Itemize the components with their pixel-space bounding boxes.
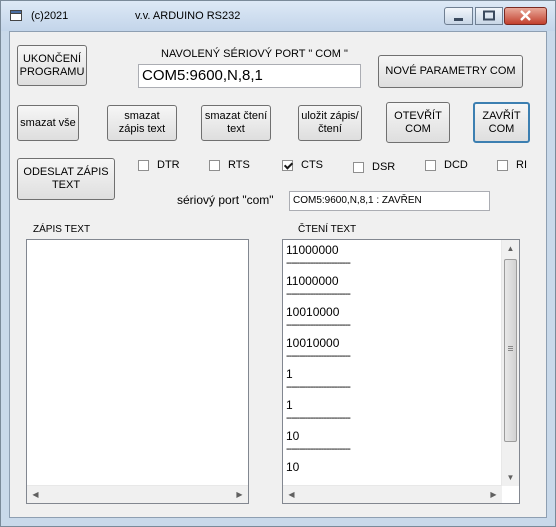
- read-horizontal-scrollbar[interactable]: ◀ ▶: [283, 485, 502, 503]
- maximize-icon: [483, 10, 495, 21]
- window-app-icon[interactable]: [10, 10, 22, 21]
- close-icon: [520, 10, 531, 21]
- ri-checkbox-box[interactable]: [497, 159, 508, 171]
- dcd-checkbox[interactable]: DCD: [425, 159, 468, 171]
- new-com-params-button[interactable]: NOVÉ PARAMETRY COM: [378, 55, 523, 88]
- write-text-label: ZÁPIS TEXT: [33, 224, 91, 235]
- save-write-read-button[interactable]: uložit zápis/čtení: [298, 105, 362, 141]
- read-line-6: 1: [286, 398, 293, 412]
- port-settings-field[interactable]: COM5:9600,N,8,1: [138, 64, 361, 88]
- read-text-box[interactable]: 11000000 ------------------------ 110000…: [282, 239, 520, 504]
- open-com-button[interactable]: OTEVŘÍT COM: [386, 102, 450, 143]
- read-text-content: 11000000 ------------------------ 110000…: [283, 242, 502, 475]
- thumb-grip-2: [508, 348, 513, 349]
- write-horizontal-scrollbar[interactable]: ◀ ▶: [27, 485, 248, 503]
- port-heading: NAVOLENÝ SÉRIOVÝ PORT " COM ": [161, 48, 348, 60]
- close-com-button[interactable]: ZAVŘÍT COM: [473, 102, 530, 143]
- application-window: (c)2021 v.v. ARDUINO RS232 UKONČENÍ PROG…: [0, 0, 556, 527]
- read-line-8: 10: [286, 460, 300, 474]
- scroll-right-icon[interactable]: ▶: [231, 486, 248, 503]
- cts-checkbox[interactable]: CTS: [282, 159, 323, 171]
- dtr-checkbox[interactable]: DTR: [138, 159, 180, 171]
- scroll-up-icon[interactable]: ▲: [502, 240, 519, 257]
- read-line-3: 10010000: [286, 305, 340, 319]
- clear-read-text-button[interactable]: smazat čtení text: [201, 105, 271, 141]
- rts-checkbox-box[interactable]: [209, 159, 220, 171]
- rts-checkbox[interactable]: RTS: [209, 159, 250, 171]
- title-bar[interactable]: (c)2021 v.v. ARDUINO RS232: [1, 1, 555, 31]
- dtr-label: DTR: [157, 159, 180, 171]
- dsr-checkbox-box[interactable]: [353, 161, 364, 173]
- scroll-left-icon[interactable]: ◀: [27, 486, 44, 503]
- dsr-checkbox[interactable]: DSR: [353, 161, 395, 173]
- minimize-button[interactable]: [444, 7, 473, 25]
- close-window-button[interactable]: [504, 7, 547, 25]
- end-program-button[interactable]: UKONČENÍ PROGRAMU: [17, 45, 87, 86]
- window-title: v.v. ARDUINO RS232: [135, 10, 241, 22]
- read-separator-5: ------------------------: [286, 381, 351, 393]
- dcd-label: DCD: [444, 159, 468, 171]
- scroll-right-icon[interactable]: ▶: [485, 486, 502, 503]
- cts-checkbox-box[interactable]: [282, 159, 293, 171]
- dsr-label: DSR: [372, 161, 396, 173]
- serial-port-status-field: COM5:9600,N,8,1 : ZAVŘEN: [289, 191, 490, 211]
- ri-checkbox[interactable]: RI: [497, 159, 527, 171]
- dtr-checkbox-box[interactable]: [138, 159, 149, 171]
- ri-label: RI: [516, 159, 527, 171]
- read-line-2: 11000000: [286, 274, 339, 288]
- minimize-icon: [454, 18, 463, 21]
- read-separator-4: ------------------------: [286, 350, 351, 362]
- cts-label: CTS: [301, 159, 323, 171]
- read-separator-3: ------------------------: [286, 319, 351, 331]
- read-line-4: 10010000: [286, 336, 340, 350]
- main-form: UKONČENÍ PROGRAMU NAVOLENÝ SÉRIOVÝ PORT …: [9, 31, 547, 518]
- scroll-down-icon[interactable]: ▼: [502, 469, 519, 486]
- window-title-copyright: (c)2021: [31, 10, 69, 22]
- dcd-checkbox-box[interactable]: [425, 159, 436, 171]
- read-line-1: 11000000: [286, 243, 339, 257]
- write-text-box[interactable]: ◀ ▶: [26, 239, 249, 504]
- read-separator-1: ------------------------: [286, 257, 351, 269]
- read-scroll-thumb[interactable]: [504, 259, 517, 442]
- read-separator-6: ------------------------: [286, 412, 351, 424]
- scroll-left-icon[interactable]: ◀: [283, 486, 300, 503]
- thumb-grip-1: [508, 346, 513, 347]
- read-vertical-scrollbar[interactable]: ▲ ▼: [501, 240, 519, 486]
- clear-all-button[interactable]: smazat vše: [17, 105, 79, 141]
- read-separator-2: ------------------------: [286, 288, 351, 300]
- maximize-button[interactable]: [475, 7, 503, 25]
- read-separator-7: ------------------------: [286, 443, 351, 455]
- read-line-7: 10: [286, 429, 300, 443]
- read-text-label: ČTENÍ TEXT: [298, 224, 357, 235]
- clear-write-text-button[interactable]: smazat zápis text: [107, 105, 177, 141]
- rts-label: RTS: [228, 159, 250, 171]
- send-write-text-button[interactable]: ODESLAT ZÁPIS TEXT: [17, 158, 115, 200]
- thumb-grip-3: [508, 350, 513, 351]
- serial-port-status-label: sériový port "com": [177, 193, 274, 207]
- read-line-5: 1: [286, 367, 293, 381]
